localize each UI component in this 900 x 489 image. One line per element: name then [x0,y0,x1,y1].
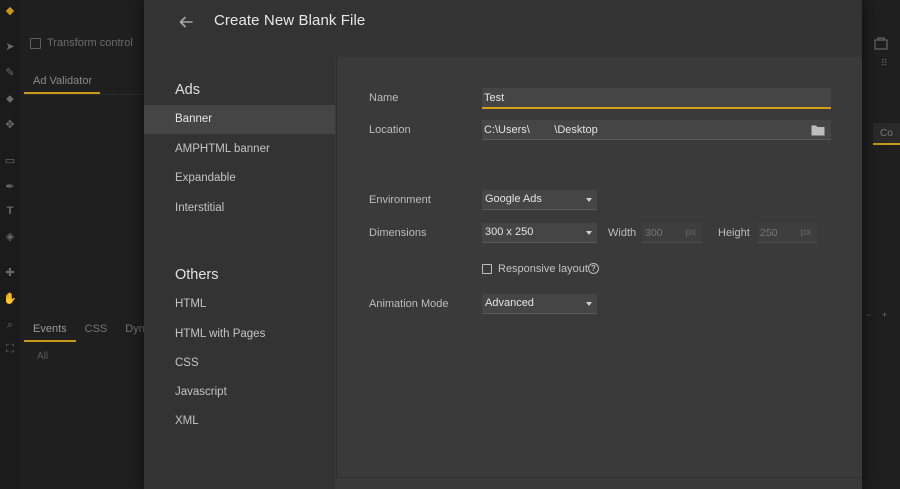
responsive-layout-label: Responsive layout [498,263,588,275]
sidebar-item-html-with-pages[interactable]: HTML with Pages [144,320,335,349]
tab-ad-validator[interactable]: Ad Validator [24,70,100,94]
name-input[interactable] [482,88,831,109]
name-label: Name [369,92,399,104]
environment-label: Environment [369,194,431,206]
width-input[interactable]: 300 px [642,223,702,243]
transform-control[interactable]: Transform control [20,30,144,56]
animation-mode-value: Advanced [485,297,534,309]
sidebar-item-css[interactable]: CSS [144,349,335,378]
zoom-out-icon[interactable]: − [866,310,871,320]
height-label: Height [718,227,750,239]
grid-icon: ⠿ [881,58,888,68]
chevron-down-icon [586,198,592,202]
right-panel: ⠿ − + [862,0,900,489]
hand-tool-icon[interactable]: ✋ [3,292,17,306]
brush-tool-icon[interactable]: ✎ [3,66,17,80]
text-tool-icon[interactable]: T [3,204,17,218]
transform-control-label: Transform control [47,37,133,49]
sidebar-heading-ads: Ads [175,82,200,98]
chevron-down-icon [586,231,592,235]
width-value: 300 [645,227,663,239]
zoom-in-icon[interactable]: + [882,310,887,320]
location-label: Location [369,124,411,136]
environment-value: Google Ads [485,193,542,205]
width-unit: px [685,227,696,238]
file-type-sidebar: Ads Banner AMPHTML banner Expandable Int… [144,57,335,489]
location-field[interactable]: C:\Users\ \Desktop [482,120,831,140]
responsive-layout-checkbox[interactable] [482,264,492,274]
dimensions-value: 300 x 250 [485,226,534,238]
tab-events[interactable]: Events [24,320,76,342]
selection-tool-icon[interactable]: ➤ [3,40,17,54]
panel-divider [24,94,144,95]
dialog-title: Create New Blank File [214,12,366,29]
sidebar-item-xml[interactable]: XML [144,407,335,436]
sidebar-item-javascript[interactable]: Javascript [144,378,335,407]
sidebar-item-banner[interactable]: Banner [144,105,335,134]
animation-mode-select[interactable]: Advanced [482,294,597,314]
height-value: 250 [760,227,778,239]
file-settings-form: Name Location C:\Users\ \Desktop Environ… [336,57,862,477]
sidebar-item-expandable[interactable]: Expandable [144,164,335,193]
location-value: C:\Users\ \Desktop [484,124,598,136]
events-filter[interactable]: All [37,351,48,362]
library-icon[interactable] [874,36,888,50]
paint-tool-icon[interactable]: ⬥ [3,92,17,106]
folder-icon[interactable] [811,124,825,136]
animation-mode-label: Animation Mode [369,298,449,310]
tab-code[interactable]: Co [873,123,900,145]
sidebar-item-html[interactable]: HTML [144,290,335,319]
tag-tool-icon[interactable]: ✚ [3,266,17,280]
help-icon[interactable]: ? [588,263,599,274]
events-tabs: Events CSS Dyna [24,320,160,342]
create-file-dialog: Create New Blank File Ads Banner AMPHTML… [144,0,862,489]
height-unit: px [800,227,811,238]
dimensions-select[interactable]: 300 x 250 [482,223,597,243]
crop-tool-icon[interactable]: ⛶ [3,342,17,356]
dialog-footer-divider [336,477,862,478]
tools-panel: ◆ ➤ ✎ ⬥ ✥ ▭ ✒ T ◈ ✚ ✋ ⌕ ⛶ [0,0,20,489]
width-label: Width [608,227,637,239]
zoom-tool-icon[interactable]: ⌕ [3,318,17,332]
tab-css[interactable]: CSS [76,320,117,342]
back-button[interactable] [174,10,198,34]
pen-tool-icon[interactable]: ✒ [3,180,17,194]
environment-select[interactable]: Google Ads [482,190,597,210]
fill-tool-icon[interactable]: ◈ [3,230,17,244]
transform-tool-icon[interactable]: ✥ [3,118,17,132]
sidebar-heading-others: Others [175,267,219,283]
transform-control-checkbox[interactable] [30,37,41,49]
chevron-down-icon [586,302,592,306]
eraser-tool-icon[interactable]: ▭ [3,154,17,168]
sidebar-item-interstitial[interactable]: Interstitial [144,194,335,223]
dimensions-label: Dimensions [369,227,427,239]
dialog-header: Create New Blank File [144,0,862,57]
height-input[interactable]: 250 px [757,223,817,243]
app-logo-icon: ◆ [5,5,15,17]
arrow-left-icon [179,16,193,28]
sidebar-item-amphtml-banner[interactable]: AMPHTML banner [144,135,335,164]
